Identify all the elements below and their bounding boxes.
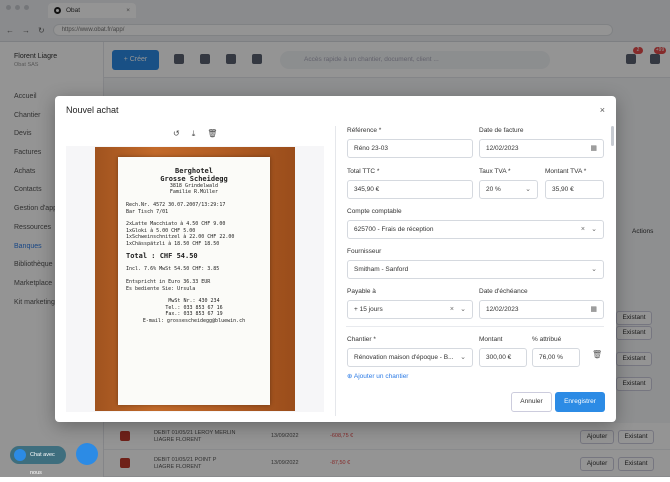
receipt-toolbar: ↺ ⤓ 🗑 bbox=[173, 129, 217, 139]
save-button[interactable]: Enregistrer bbox=[555, 392, 605, 412]
section-divider bbox=[346, 326, 604, 327]
invoice-date-field[interactable]: 12/02/2023 ▦ bbox=[479, 139, 604, 158]
supplier-label: Fournisseur bbox=[347, 248, 382, 255]
vat-amount-field[interactable]: 35,90 € bbox=[545, 180, 604, 199]
supplier-select[interactable]: Smitham - Sanford ⌄ bbox=[347, 260, 604, 279]
calendar-icon[interactable]: ▦ bbox=[590, 140, 597, 157]
site-label: Chantier * bbox=[347, 336, 376, 343]
delete-site-icon[interactable]: 🗑 bbox=[592, 350, 602, 359]
due-date-label: Date d'échéance bbox=[479, 288, 528, 295]
account-value: 625700 - Frais de réception bbox=[354, 226, 434, 233]
clear-icon[interactable]: × bbox=[450, 301, 454, 318]
form-scrollbar[interactable] bbox=[611, 126, 614, 146]
receipt-line: Berghotel bbox=[175, 167, 213, 175]
receipt-line: Incl. 7.6% MwSt 54.50 CHF: 3.85 bbox=[126, 266, 220, 273]
receipt-line: E-mail: grossescheidegg@bluewin.ch bbox=[142, 317, 246, 324]
chevron-down-icon: ⌄ bbox=[460, 306, 466, 313]
modal-divider bbox=[335, 126, 336, 416]
trash-icon[interactable]: 🗑 bbox=[207, 129, 217, 139]
due-date-value: 12/02/2023 bbox=[486, 306, 519, 313]
vat-rate-value: 20 % bbox=[486, 186, 501, 193]
vat-rate-label: Taux TVA * bbox=[479, 168, 511, 175]
play-icon bbox=[14, 449, 26, 461]
chat-widget[interactable]: Chat avec nous bbox=[10, 446, 66, 476]
account-label: Compte comptable bbox=[347, 208, 402, 215]
total-label: Total TTC * bbox=[347, 168, 380, 175]
clear-icon[interactable]: × bbox=[581, 221, 585, 238]
calendar-icon[interactable]: ▦ bbox=[590, 301, 597, 318]
percent-field[interactable]: 76,00 % bbox=[532, 348, 580, 367]
plus-circle-icon: ⊕ bbox=[347, 373, 353, 380]
add-site-label: Ajouter un chantier bbox=[353, 373, 409, 380]
payable-value: + 15 jours bbox=[354, 306, 383, 313]
help-chat-button[interactable] bbox=[76, 443, 98, 465]
invoice-date-value: 12/02/2023 bbox=[486, 145, 519, 152]
cancel-button[interactable]: Annuler bbox=[511, 392, 552, 412]
site-value: Rénovation maison d'époque - B... bbox=[354, 354, 454, 361]
receipt-line: Bar Tisch 7/01 bbox=[126, 208, 169, 215]
chevron-down-icon: ⌄ bbox=[460, 354, 466, 361]
new-purchase-modal: Nouvel achat × ↺ ⤓ 🗑 Berghotel Grosse Sc… bbox=[55, 96, 616, 422]
reference-label: Référence * bbox=[347, 127, 382, 134]
chevron-down-icon: ⌄ bbox=[591, 266, 597, 273]
supplier-value: Smitham - Sanford bbox=[354, 266, 409, 273]
payable-select[interactable]: + 15 jours × ⌄ bbox=[347, 300, 473, 319]
chevron-down-icon: ⌄ bbox=[525, 186, 531, 193]
total-field[interactable]: 345,90 € bbox=[347, 180, 473, 199]
percent-label: % attribué bbox=[532, 336, 562, 343]
add-site-link[interactable]: ⊕ Ajouter un chantier bbox=[347, 372, 408, 380]
chevron-down-icon: ⌄ bbox=[591, 226, 597, 233]
amount-label: Montant bbox=[479, 336, 503, 343]
payable-label: Payable à bbox=[347, 288, 376, 295]
invoice-date-label: Date de facture bbox=[479, 127, 524, 134]
receipt-line: Grosse Scheidegg bbox=[160, 175, 228, 183]
vat-rate-select[interactable]: 20 % ⌄ bbox=[479, 180, 538, 199]
site-select[interactable]: Rénovation maison d'époque - B... ⌄ bbox=[347, 348, 473, 367]
receipt-total: Total : CHF 54.50 bbox=[126, 252, 198, 261]
amount-field[interactable]: 300,00 € bbox=[479, 348, 527, 367]
download-icon[interactable]: ⤓ bbox=[192, 129, 196, 139]
account-select[interactable]: 625700 - Frais de réception × ⌄ bbox=[347, 220, 604, 239]
due-date-field[interactable]: 12/02/2023 ▦ bbox=[479, 300, 604, 319]
receipt-image: Berghotel Grosse Scheidegg 3818 Grindelw… bbox=[118, 157, 270, 405]
rotate-icon[interactable]: ↺ bbox=[173, 129, 180, 139]
close-icon[interactable]: × bbox=[600, 105, 605, 115]
receipt-line: 1xChässpätzli à 18.50 CHF 18.50 bbox=[126, 240, 220, 247]
receipt-line: Es bediente Sie: Ursula bbox=[126, 285, 196, 292]
receipt-line: Familie R.Müller bbox=[169, 189, 219, 196]
modal-title: Nouvel achat bbox=[66, 105, 119, 115]
vat-amount-label: Montant TVA * bbox=[545, 168, 587, 175]
reference-field[interactable]: Réno 23-03 bbox=[347, 139, 473, 158]
